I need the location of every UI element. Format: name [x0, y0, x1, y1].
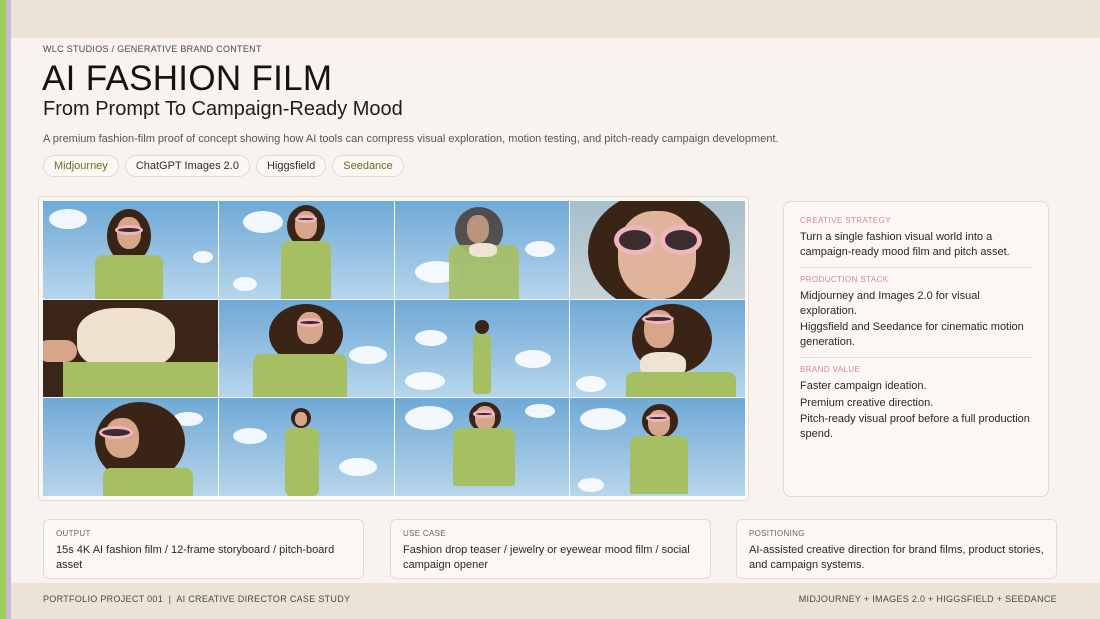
brand-value-item: Premium creative direction. — [800, 396, 934, 409]
storyboard-frame-5 — [43, 299, 218, 398]
storyboard-frame-12 — [570, 398, 745, 496]
tag-higgsfield: Higgsfield — [255, 155, 327, 177]
storyboard-frame — [38, 196, 749, 501]
footer-project-label: PORTFOLIO PROJECT 001 | AI CREATIVE DIRE… — [43, 594, 351, 604]
storyboard-frame-4 — [570, 201, 745, 299]
output-card: OUTPUT 15s 4K AI fashion film / 12-frame… — [43, 519, 364, 579]
storyboard-grid — [43, 201, 745, 496]
output-text: 15s 4K AI fashion film / 12-frame storyb… — [56, 544, 335, 571]
divider — [800, 357, 1032, 358]
storyboard-frame-10 — [218, 398, 394, 496]
page-subtitle: From Prompt To Campaign-Ready Mood — [43, 98, 403, 120]
storyboard-frame-1 — [43, 201, 218, 299]
creative-strategy-text: Turn a single fashion visual world into … — [800, 231, 1010, 258]
storyboard-frame-11 — [394, 398, 570, 496]
brand-value-item: Pitch-ready visual proof before a full p… — [800, 413, 1030, 440]
storyboard-frame-3 — [394, 201, 570, 299]
storyboard-frame-7 — [394, 299, 570, 398]
divider — [800, 267, 1032, 268]
positioning-card: POSITIONING AI-assisted creative directi… — [736, 519, 1057, 579]
use-case-label: USE CASE — [403, 529, 446, 538]
production-stack-list: Midjourney and Images 2.0 for visual exp… — [800, 289, 1032, 349]
eyebrow-label: WLC STUDIOS / GENERATIVE BRAND CONTENT — [43, 44, 262, 54]
storyboard-frame-6 — [218, 299, 394, 398]
creative-strategy-label: CREATIVE STRATEGY — [800, 216, 891, 225]
storyboard-frame-2 — [218, 201, 394, 299]
tag-midjourney: Midjourney — [43, 155, 119, 177]
production-stack-item: Higgsfield and Seedance for cinematic mo… — [800, 321, 1024, 348]
production-stack-label: PRODUCTION STACK — [800, 275, 889, 284]
page-description: A premium fashion-film proof of concept … — [43, 133, 779, 145]
brand-value-item: Faster campaign ideation. — [800, 380, 927, 392]
left-accent-bar — [0, 0, 11, 619]
use-case-text: Fashion drop teaser / jewelry or eyewear… — [403, 544, 690, 571]
positioning-label: POSITIONING — [749, 529, 805, 538]
page-title: AI FASHION FILM — [42, 59, 333, 98]
tag-chatgpt-images: ChatGPT Images 2.0 — [124, 155, 250, 177]
positioning-text: AI-assisted creative direction for brand… — [749, 544, 1044, 571]
tag-seedance: Seedance — [332, 155, 404, 177]
use-case-card: USE CASE Fashion drop teaser / jewelry o… — [390, 519, 711, 579]
storyboard-frame-8 — [570, 299, 745, 398]
top-band — [11, 0, 1100, 38]
output-label: OUTPUT — [56, 529, 91, 538]
brand-value-list: Faster campaign ideation. Premium creati… — [800, 379, 1032, 441]
brand-value-label: BRAND VALUE — [800, 365, 861, 374]
strategy-card: CREATIVE STRATEGY Turn a single fashion … — [783, 201, 1049, 497]
footer-tools-label: MIDJOURNEY + IMAGES 2.0 + HIGGSFIELD + S… — [798, 594, 1057, 604]
storyboard-frame-9 — [43, 398, 218, 496]
tool-tags: Midjourney ChatGPT Images 2.0 Higgsfield… — [43, 155, 404, 177]
production-stack-item: Midjourney and Images 2.0 for visual exp… — [800, 290, 980, 317]
